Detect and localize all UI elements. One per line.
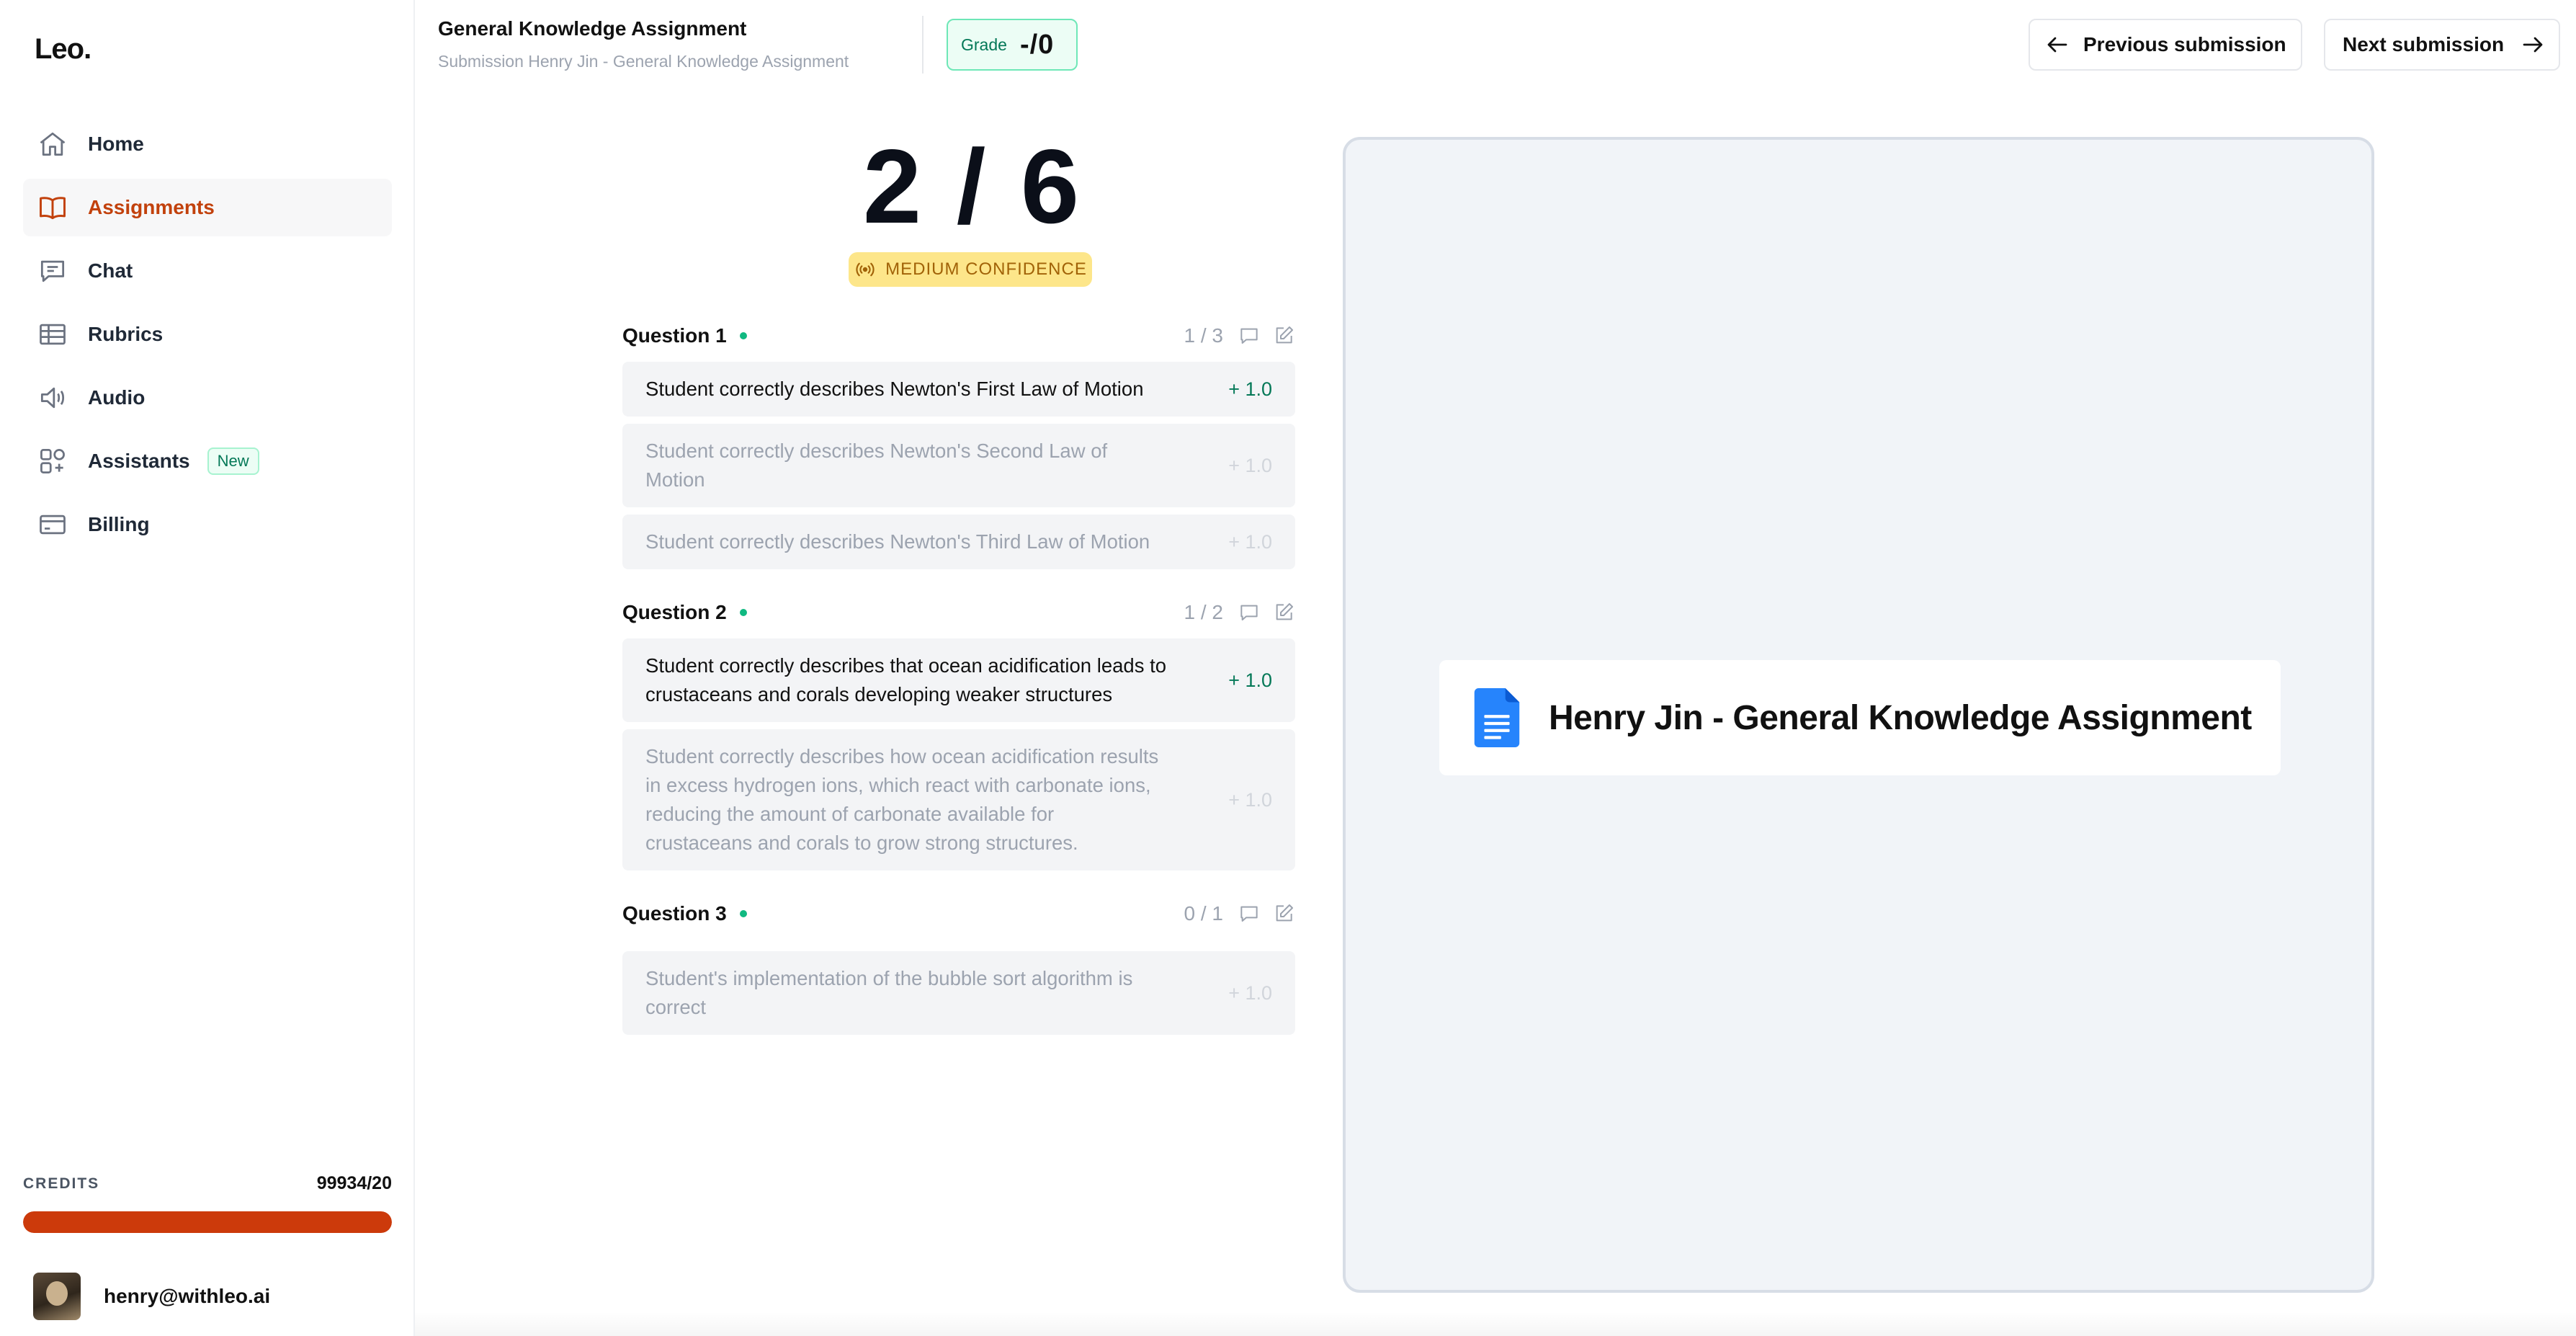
criterion-text: Student correctly describes that ocean a… (645, 654, 1167, 705)
criterion-row[interactable]: Student correctly describes how ocean ac… (622, 729, 1295, 870)
credits-value: 99934/20 (316, 1173, 392, 1193)
app-logo[interactable]: Leo. (35, 33, 91, 66)
sidebar-item-label: Billing (88, 513, 150, 535)
speaker-icon (36, 381, 69, 414)
criterion-points: + 1.0 (1228, 789, 1272, 811)
sidebar-item-label: Audio (88, 386, 146, 409)
question-title: Question 3 (622, 902, 727, 925)
avatar[interactable] (33, 1273, 81, 1320)
book-icon (36, 191, 69, 224)
sidebar-item-home[interactable]: Home (23, 115, 392, 173)
document-preview[interactable]: Henry Jin - General Knowledge Assignment (1343, 137, 2374, 1293)
user-profile[interactable]: henry@withleo.ai (33, 1273, 270, 1320)
arrow-left-icon (2047, 37, 2067, 53)
page-title: General Knowledge Assignment (438, 17, 747, 40)
criterion-text: Student correctly describes Newton's Thi… (645, 530, 1150, 553)
question-header: Question 3 0 / 1 (622, 888, 1295, 940)
criterion-points: + 1.0 (1228, 531, 1272, 553)
status-dot (739, 609, 747, 616)
grade-value: -/0 (1019, 29, 1055, 60)
sidebar-item-label: Assistants (88, 450, 190, 472)
grade-chip[interactable]: Grade -/0 (947, 19, 1078, 71)
criterion-row[interactable]: Student correctly describes Newton's Fir… (622, 362, 1295, 417)
question-score: 0 / 1 (1184, 902, 1223, 925)
sidebar-item-assignments[interactable]: Assignments (23, 179, 392, 236)
google-docs-icon (1474, 688, 1520, 747)
table-icon (36, 318, 69, 351)
grade-label: Grade (961, 35, 1007, 54)
credit-card-icon (36, 508, 69, 541)
questions-list: Question 1 1 / 3 Student correctly descr… (622, 310, 1295, 1042)
criterion-text: Student correctly describes Newton's Sec… (645, 440, 1108, 491)
sidebar-item-label: Home (88, 133, 144, 155)
bottom-shadow (415, 1311, 2576, 1336)
previous-submission-button[interactable]: Previous submission (2029, 19, 2302, 71)
question-score: 1 / 2 (1184, 601, 1223, 623)
question-score: 1 / 3 (1184, 324, 1223, 347)
arrow-right-icon (2523, 37, 2543, 53)
previous-submission-label: Previous submission (2083, 33, 2286, 55)
credits-panel: CREDITS 99934/20 (23, 1173, 392, 1233)
sidebar-item-rubrics[interactable]: Rubrics (23, 306, 392, 363)
criterion-row[interactable]: Student correctly describes that ocean a… (622, 638, 1295, 722)
criterion-row[interactable]: Student correctly describes Newton's Thi… (622, 515, 1295, 569)
edit-icon[interactable] (1272, 902, 1295, 925)
page-subtitle: Submission Henry Jin - General Knowledge… (438, 52, 849, 71)
criterion-points: + 1.0 (1228, 455, 1272, 476)
header-divider (922, 16, 923, 74)
sidebar-item-billing[interactable]: Billing (23, 496, 392, 553)
sidebar-item-audio[interactable]: Audio (23, 369, 392, 427)
edit-icon[interactable] (1272, 601, 1295, 624)
document-title: Henry Jin - General Knowledge Assignment (1549, 698, 2252, 737)
criterion-text: Student correctly describes how ocean ac… (645, 745, 1159, 854)
question-title: Question 2 (622, 601, 727, 623)
status-dot (739, 332, 747, 339)
criterion-points: + 1.0 (1228, 378, 1272, 400)
criterion-text: Student correctly describes Newton's Fir… (645, 378, 1144, 400)
edit-icon[interactable] (1272, 324, 1295, 347)
confidence-label: MEDIUM CONFIDENCE (885, 259, 1087, 279)
home-icon (36, 128, 69, 161)
question-header: Question 2 1 / 2 (622, 587, 1295, 638)
document-card[interactable]: Henry Jin - General Knowledge Assignment (1439, 660, 2281, 775)
criterion-points: + 1.0 (1228, 669, 1272, 691)
criterion-text: Student's implementation of the bubble s… (645, 967, 1133, 1018)
comment-icon[interactable] (1238, 601, 1261, 624)
broadcast-icon (856, 262, 875, 277)
chat-icon (36, 254, 69, 288)
sidebar-item-label: Assignments (88, 196, 215, 218)
sidebar-item-chat[interactable]: Chat (23, 242, 392, 300)
user-email: henry@withleo.ai (104, 1285, 271, 1307)
status-dot (739, 910, 747, 917)
criterion-row[interactable]: Student's implementation of the bubble s… (622, 951, 1295, 1035)
total-score: 2 / 6 (862, 128, 1083, 245)
confidence-badge: MEDIUM CONFIDENCE (849, 252, 1092, 287)
credits-progress-bar (23, 1211, 392, 1233)
sidebar-item-label: Chat (88, 259, 133, 282)
criterion-row[interactable]: Student correctly describes Newton's Sec… (622, 424, 1295, 507)
question-title: Question 1 (622, 324, 727, 347)
comment-icon[interactable] (1238, 902, 1261, 925)
next-submission-label: Next submission (2343, 33, 2505, 55)
credits-progress-fill (23, 1211, 392, 1233)
question-header: Question 1 1 / 3 (622, 310, 1295, 362)
sidebar-item-assistants[interactable]: Assistants New (23, 432, 392, 490)
comment-icon[interactable] (1238, 324, 1261, 347)
credits-label: CREDITS (23, 1175, 100, 1192)
criterion-points: + 1.0 (1228, 982, 1272, 1004)
sidebar-nav: Home Assignments Chat Rubrics Audio Assi… (23, 115, 392, 559)
new-badge: New (207, 447, 259, 475)
sidebar: Leo. Home Assignments Chat Rubrics Audio… (0, 0, 415, 1336)
sidebar-item-label: Rubrics (88, 323, 164, 345)
next-submission-button[interactable]: Next submission (2324, 19, 2560, 71)
assistants-icon (36, 445, 69, 478)
